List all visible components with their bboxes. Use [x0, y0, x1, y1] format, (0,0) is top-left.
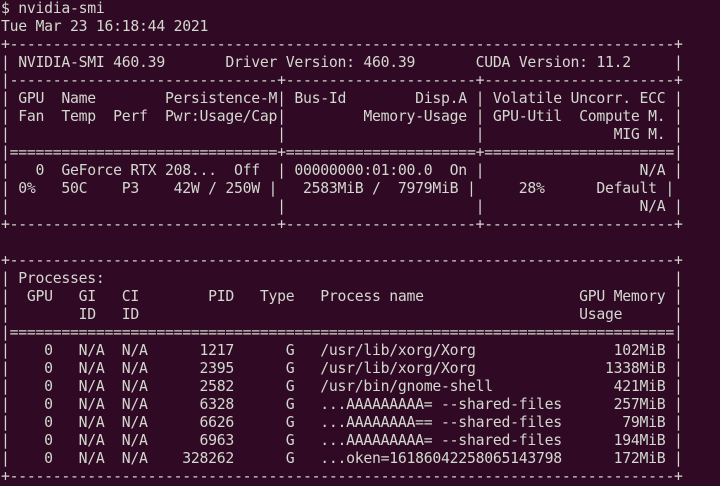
process-row: | 0 N/A N/A 6328 G ...AAAAAAAAA= --share… [1, 396, 683, 413]
gpu-column-headers-row-2: | Fan Temp Perf Pwr:Usage/Cap| Memory-Us… [1, 108, 683, 125]
process-table-top-border: +---------------------------------------… [1, 252, 683, 269]
smi-header-border: +---------------------------------------… [1, 36, 683, 53]
timestamp: Tue Mar 23 16:18:44 2021 [1, 18, 209, 35]
processes-title: | Processes: | [1, 270, 683, 287]
process-row: | 0 N/A N/A 6963 G ...AAAAAAAAA= --share… [1, 432, 683, 449]
gpu-column-headers-row-1: | GPU Name Persistence-M| Bus-Id Disp.A … [1, 90, 683, 107]
process-column-headers-row-2: | ID ID Usage | [1, 306, 683, 323]
gpu-row-2: | 0% 50C P3 42W / 250W | 2583MiB / 7979M… [1, 180, 675, 197]
gpu-header-divider: |===============================+=======… [1, 144, 683, 161]
gpu-column-headers-row-3: | | | MIG M. | [1, 126, 683, 143]
command-line: $ nvidia-smi [1, 0, 105, 17]
process-row: | 0 N/A N/A 328262 G ...oken=16186042258… [1, 450, 683, 467]
smi-version-line: | NVIDIA-SMI 460.39 Driver Version: 460.… [1, 54, 683, 71]
process-column-headers-row-1: | GPU GI CI PID Type Process name GPU Me… [1, 288, 683, 305]
process-row: | 0 N/A N/A 2582 G /usr/bin/gnome-shell … [1, 378, 683, 395]
gpu-row-3: | | | N/A | [1, 198, 683, 215]
process-table-bottom-border: +---------------------------------------… [1, 468, 683, 485]
gpu-table-bottom-border: +-------------------------------+-------… [1, 216, 683, 233]
process-row: | 0 N/A N/A 6626 G ...AAAAAAAA== --share… [1, 414, 683, 431]
process-row: | 0 N/A N/A 1217 G /usr/lib/xorg/Xorg 10… [1, 342, 683, 359]
process-row: | 0 N/A N/A 2395 G /usr/lib/xorg/Xorg 13… [1, 360, 683, 377]
gpu-row-1: | 0 GeForce RTX 208... Off | 00000000:01… [1, 162, 683, 179]
process-header-divider: |=======================================… [1, 324, 683, 341]
smi-column-separator: |-------------------------------+-------… [1, 72, 683, 89]
terminal-window[interactable]: $ nvidia-smi Tue Mar 23 16:18:44 2021 +-… [0, 0, 720, 485]
